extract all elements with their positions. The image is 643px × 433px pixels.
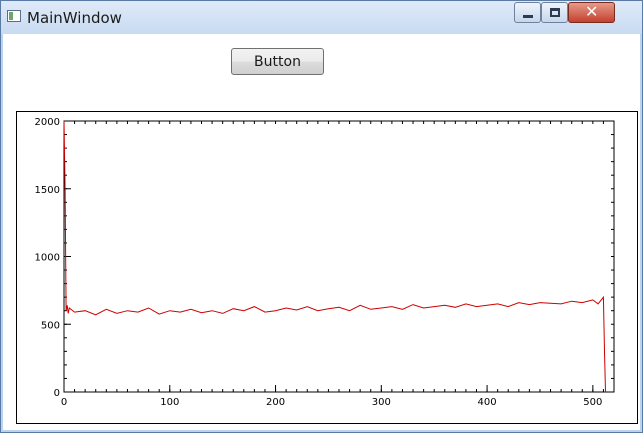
y-tick-label: 0 bbox=[54, 388, 60, 399]
y-tick-label: 500 bbox=[41, 320, 60, 331]
close-button[interactable]: ✕ bbox=[568, 2, 615, 23]
title-bar[interactable]: MainWindow ✕ bbox=[1, 1, 642, 34]
data-series-line bbox=[63, 120, 606, 393]
maximize-button[interactable] bbox=[541, 2, 568, 23]
maximize-icon bbox=[550, 8, 560, 17]
app-window-icon bbox=[7, 10, 21, 22]
x-tick-label: 0 bbox=[61, 397, 67, 408]
y-tick-label: 1500 bbox=[35, 185, 60, 196]
minimize-button[interactable] bbox=[514, 2, 541, 23]
client-area: Button 0 100 200 300 400 500 0 500 1000 1500 2000 bbox=[3, 34, 640, 430]
plot-widget: 0 100 200 300 400 500 0 500 1000 1500 2000 bbox=[16, 111, 638, 424]
y-tick-label: 2000 bbox=[35, 117, 60, 128]
window-title: MainWindow bbox=[27, 9, 122, 27]
close-icon: ✕ bbox=[585, 2, 599, 21]
x-tick-label: 200 bbox=[266, 397, 285, 408]
minimize-icon bbox=[523, 15, 533, 18]
x-tick-label: 300 bbox=[372, 397, 391, 408]
y-tick-label: 1000 bbox=[35, 253, 60, 264]
plot-area-border bbox=[63, 120, 615, 393]
plot-canvas: 0 100 200 300 400 500 0 500 1000 1500 2000 bbox=[35, 117, 615, 408]
main-button[interactable]: Button bbox=[231, 48, 324, 75]
x-tick-label: 500 bbox=[583, 397, 602, 408]
x-tick-label: 100 bbox=[160, 397, 179, 408]
x-tick-label: 400 bbox=[478, 397, 497, 408]
main-window: MainWindow ✕ Button 0 100 200 300 400 500 0 500… bbox=[0, 0, 643, 433]
